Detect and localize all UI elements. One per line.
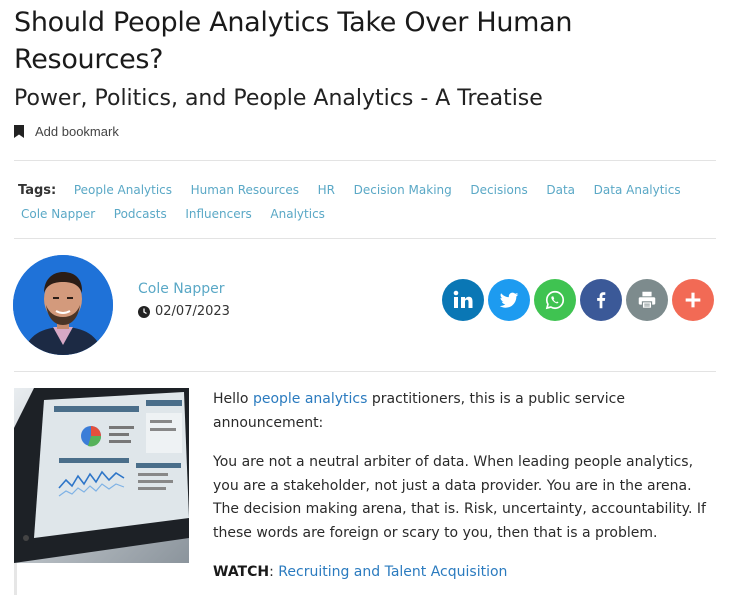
tag-link[interactable]: Podcasts: [114, 207, 167, 221]
author-photo: [13, 255, 113, 355]
tags-label: Tags:: [18, 183, 57, 198]
watch-label: WATCH: [213, 564, 270, 580]
main-paragraph: You are not a neutral arbiter of data. W…: [213, 454, 706, 541]
divider-middle: [14, 238, 716, 239]
tag-link[interactable]: Decisions: [470, 183, 527, 197]
tag-link[interactable]: Decision Making: [354, 183, 452, 197]
linkedin-icon: [453, 290, 473, 308]
whatsapp-icon: [545, 290, 565, 310]
author-avatar[interactable]: [13, 255, 113, 355]
tag-link[interactable]: Human Resources: [191, 183, 299, 197]
intro-paragraph: Hello people analytics practitioners, th…: [213, 388, 718, 435]
tag-link[interactable]: Analytics: [270, 207, 325, 221]
tags-section: Tags: People Analytics Human Resources H…: [18, 178, 718, 226]
publish-date-text: 02/07/2023: [155, 304, 230, 319]
tag-link[interactable]: HR: [318, 183, 335, 197]
share-linkedin-button[interactable]: [442, 279, 484, 321]
bookmark-icon: [14, 125, 24, 138]
article-title: Should People Analytics Take Over Human …: [14, 7, 573, 75]
more-share-button[interactable]: [672, 279, 714, 321]
share-whatsapp-button[interactable]: [534, 279, 576, 321]
tablet-analytics-image: [14, 388, 189, 563]
tag-link[interactable]: Data Analytics: [594, 183, 681, 197]
twitter-icon: [499, 292, 519, 308]
image-caption-bar: [14, 563, 17, 595]
tag-link[interactable]: Data: [546, 183, 575, 197]
share-twitter-button[interactable]: [488, 279, 530, 321]
article-subtitle: Power, Politics, and People Analytics - …: [14, 86, 543, 111]
share-facebook-button[interactable]: [580, 279, 622, 321]
clock-icon: [138, 305, 150, 318]
share-buttons: [442, 279, 718, 321]
tag-link[interactable]: Influencers: [185, 207, 251, 221]
intro-text-start: Hello: [213, 391, 253, 407]
watch-link[interactable]: Recruiting and Talent Acquisition: [278, 564, 507, 580]
print-icon: [638, 291, 656, 309]
tag-link[interactable]: People Analytics: [74, 183, 172, 197]
publish-date: 02/07/2023: [138, 304, 230, 319]
add-bookmark-label: Add bookmark: [35, 124, 119, 139]
watch-paragraph: WATCH: Recruiting and Talent Acquisition: [213, 561, 718, 585]
people-analytics-link[interactable]: people analytics: [253, 391, 367, 407]
divider-bottom: [14, 371, 716, 372]
watch-separator: :: [269, 564, 279, 580]
article-image: [14, 388, 189, 563]
divider-top: [14, 160, 716, 161]
tag-link[interactable]: Cole Napper: [21, 207, 95, 221]
print-button[interactable]: [626, 279, 668, 321]
add-bookmark-button[interactable]: Add bookmark: [14, 124, 119, 139]
facebook-icon: [597, 292, 606, 309]
plus-icon: [685, 292, 701, 308]
author-name-link[interactable]: Cole Napper: [138, 281, 225, 297]
article-body: Hello people analytics practitioners, th…: [213, 388, 718, 595]
